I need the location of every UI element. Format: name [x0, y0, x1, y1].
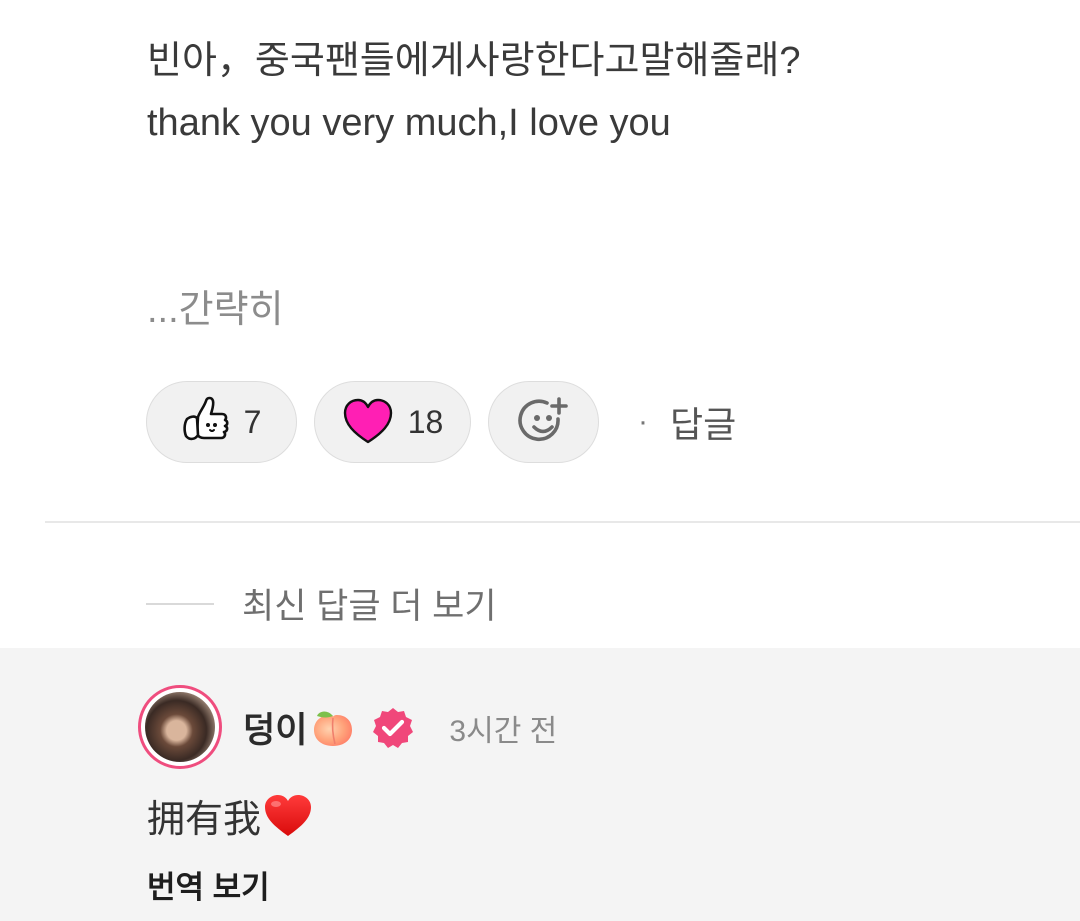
thumbs-up-icon [182, 396, 229, 441]
reply-button[interactable]: 답글 [670, 396, 736, 448]
add-emoji-icon [517, 397, 568, 442]
heart-reaction-button[interactable]: 18 [314, 381, 471, 463]
separator-dot: · [638, 405, 648, 438]
username[interactable]: 덩이 [243, 702, 307, 753]
avatar-photo [145, 692, 215, 762]
reply-item: 덩이 3시간 전 拥有我 번역 보기 [0, 648, 1080, 921]
comment-thread: 빈아，중국팬들에게사랑한다고말해줄래? thank you very much,… [0, 0, 1080, 921]
heart-count: 18 [407, 403, 444, 440]
avatar[interactable] [138, 685, 222, 769]
divider [45, 521, 1080, 523]
comment-body: 빈아，중국팬들에게사랑한다고말해줄래? thank you very much,… [147, 30, 1047, 154]
reply-timestamp: 3시간 전 [449, 714, 558, 748]
collapse-link[interactable]: ...간략히 [147, 278, 284, 333]
more-replies-line [146, 602, 214, 605]
translate-link[interactable]: 번역 보기 [147, 862, 270, 907]
reply-text-content: 拥有我 [147, 799, 262, 841]
like-count: 7 [243, 403, 262, 440]
more-replies-label: 최신 답글 더 보기 [242, 587, 497, 626]
red-heart-icon [265, 794, 312, 836]
reply-header: 덩이 3시간 전 [243, 702, 557, 753]
verified-badge-icon [373, 707, 414, 748]
comment-line-1: 빈아，중국팬들에게사랑한다고말해줄래? [147, 40, 801, 82]
like-reaction-button[interactable]: 7 [146, 381, 297, 463]
add-reaction-button[interactable] [488, 381, 599, 463]
peach-icon [314, 710, 353, 746]
heart-icon [343, 398, 392, 444]
reaction-bar: 7 18 · 답글 [146, 381, 736, 463]
reply-text: 拥有我 [147, 788, 313, 843]
comment-line-2: thank you very much,I love you [147, 102, 671, 144]
more-replies-button[interactable]: 최신 답글 더 보기 [146, 578, 497, 629]
